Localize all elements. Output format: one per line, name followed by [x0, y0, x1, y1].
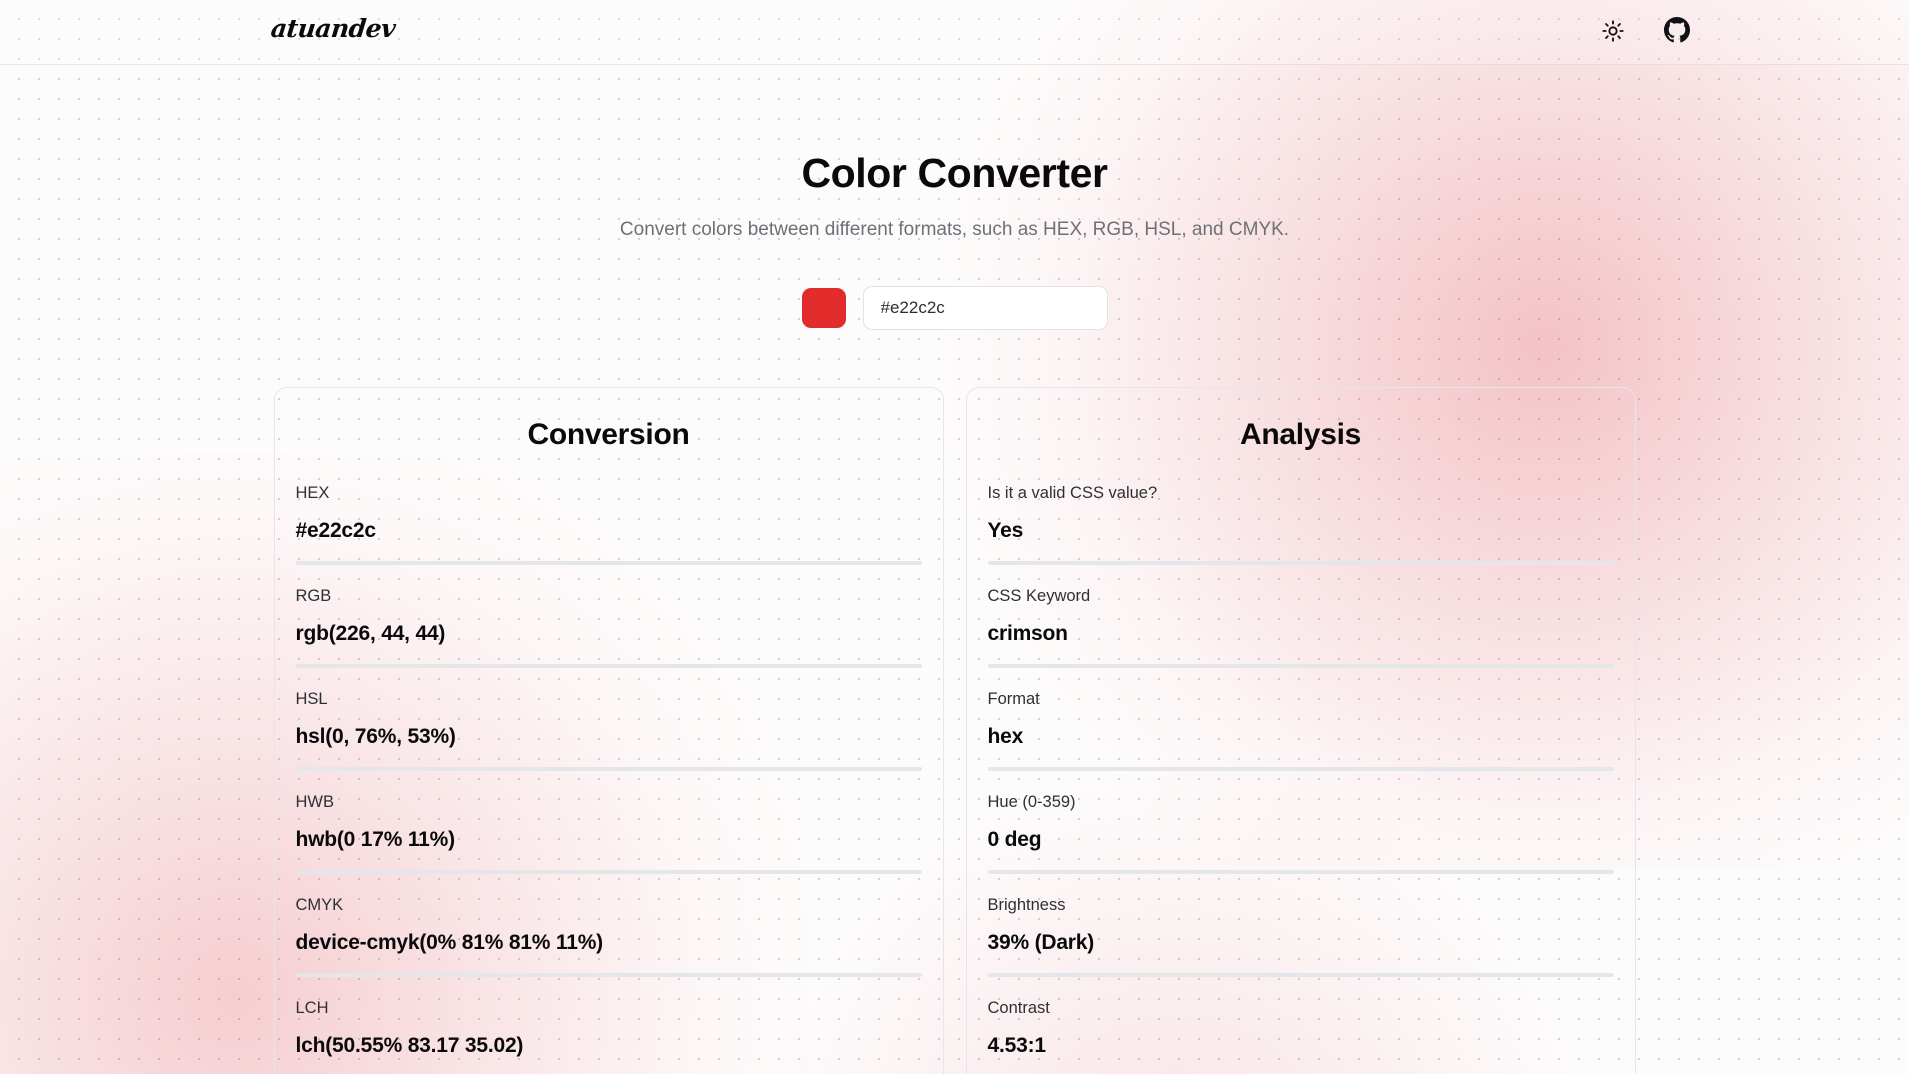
field-value[interactable]: hwb(0 17% 11%): [296, 828, 922, 852]
page-subtitle: Convert colors between different formats…: [619, 219, 1290, 240]
field-row: Contrast 4.53:1: [988, 993, 1614, 1058]
field-row: Is it a valid CSS value? Yes: [988, 478, 1614, 543]
field-row: CMYK device-cmyk(0% 81% 81% 11%): [296, 890, 922, 955]
field-value[interactable]: hsl(0, 76%, 53%): [296, 725, 922, 749]
field-separator: [987, 767, 1614, 771]
field-separator: [295, 870, 922, 874]
field-value[interactable]: Yes: [988, 519, 1614, 543]
sun-icon: [1602, 20, 1624, 45]
result-cards: Conversion HEX #e22c2c RGB rgb(226, 44, 44)…: [0, 387, 1909, 1074]
field-label: Brightness: [987, 896, 1066, 914]
field-separator: [987, 664, 1614, 668]
color-hex-input[interactable]: [862, 286, 1108, 330]
header-actions: [1596, 0, 1694, 65]
field-separator: [987, 973, 1614, 977]
field-separator: [295, 664, 922, 668]
github-link-button[interactable]: [1660, 16, 1694, 50]
field-value[interactable]: 39% (Dark): [988, 931, 1614, 955]
field-label: LCH: [295, 999, 329, 1017]
field-value[interactable]: device-cmyk(0% 81% 81% 11%): [296, 931, 922, 955]
field-separator: [295, 767, 922, 771]
github-icon: [1664, 17, 1690, 48]
conversion-card-title: Conversion: [527, 418, 690, 451]
field-separator: [987, 561, 1614, 565]
field-label: RGB: [295, 587, 332, 605]
field-separator: [987, 870, 1614, 874]
field-value[interactable]: 0 deg: [988, 828, 1614, 852]
field-row: RGB rgb(226, 44, 44): [296, 581, 922, 646]
analysis-rows: Is it a valid CSS value? Yes CSS Keyword cr…: [987, 478, 1614, 1074]
field-row: Hue (0-359) 0 deg: [988, 787, 1614, 852]
field-label: CMYK: [295, 896, 344, 914]
page-title: Color Converter: [801, 150, 1108, 196]
field-label: CSS Keyword: [987, 587, 1091, 605]
field-row: Format hex: [988, 684, 1614, 749]
field-label: Is it a valid CSS value?: [987, 484, 1158, 502]
field-value[interactable]: rgb(226, 44, 44): [296, 622, 922, 646]
field-row: HEX #e22c2c: [296, 478, 922, 543]
field-label: Format: [987, 690, 1040, 708]
field-separator: [295, 561, 922, 565]
field-value[interactable]: #e22c2c: [296, 519, 922, 543]
field-row: HSL hsl(0, 76%, 53%): [296, 684, 922, 749]
conversion-rows: HEX #e22c2c RGB rgb(226, 44, 44) HSL hsl(0, 7…: [295, 478, 922, 1074]
field-row: HWB hwb(0 17% 11%): [296, 787, 922, 852]
field-value[interactable]: lch(50.55% 83.17 35.02): [296, 1034, 922, 1058]
hero-section: Color Converter Convert colors between d…: [0, 150, 1909, 241]
field-label: Hue (0-359): [987, 793, 1076, 811]
site-header: atuandev: [0, 0, 1909, 65]
field-label: HWB: [295, 793, 335, 811]
analysis-card-title: Analysis: [1240, 418, 1361, 451]
field-label: HEX: [295, 484, 330, 502]
field-value[interactable]: 4.53:1: [988, 1034, 1614, 1058]
analysis-card: Analysis Is it a valid CSS value? Yes CSS …: [965, 387, 1636, 1074]
color-swatch-picker[interactable]: [801, 288, 846, 328]
theme-toggle-button[interactable]: [1596, 16, 1630, 50]
field-value[interactable]: hex: [988, 725, 1614, 749]
field-row: LCH lch(50.55% 83.17 35.02): [296, 993, 922, 1058]
field-label: Contrast: [987, 999, 1050, 1017]
field-separator: [295, 973, 922, 977]
field-label: HSL: [295, 690, 328, 708]
color-input-section: [0, 286, 1909, 330]
brand-logo[interactable]: atuandev: [269, 14, 396, 43]
field-value[interactable]: crimson: [988, 622, 1614, 646]
field-row: Brightness 39% (Dark): [988, 890, 1614, 955]
field-row: CSS Keyword crimson: [988, 581, 1614, 646]
conversion-card: Conversion HEX #e22c2c RGB rgb(226, 44, 44)…: [273, 387, 944, 1074]
